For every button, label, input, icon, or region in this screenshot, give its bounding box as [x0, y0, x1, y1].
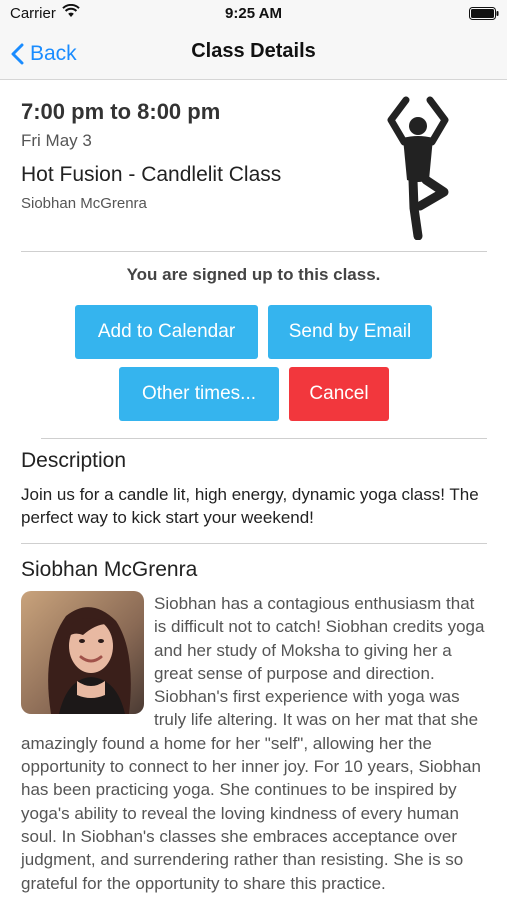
description-heading: Description — [21, 449, 127, 472]
description-text: Join us for a candle lit, high energy, d… — [21, 485, 479, 527]
class-teacher: Siobhan McGrenra — [21, 195, 147, 212]
class-date: Fri May 3 — [21, 131, 92, 150]
add-to-calendar-button[interactable]: Add to Calendar — [75, 305, 258, 359]
battery-icon — [469, 7, 499, 20]
page-title: Class Details — [191, 40, 316, 62]
signup-status-message: You are signed up to this class. — [126, 265, 381, 284]
status-bar: Carrier 9:25 AM — [0, 0, 507, 28]
navigation-bar: Back Class Details — [0, 28, 507, 80]
cancel-booking-button[interactable]: Cancel — [289, 367, 389, 421]
class-time-range: 7:00 pm to 8:00 pm — [21, 99, 221, 124]
divider — [21, 251, 487, 252]
divider — [41, 438, 487, 439]
send-by-email-button[interactable]: Send by Email — [268, 305, 432, 359]
instructor-portrait-image — [21, 591, 144, 714]
instructor-name: Siobhan McGrenra — [21, 558, 198, 581]
status-time: 9:25 AM — [225, 5, 282, 22]
other-times-button[interactable]: Other times... — [119, 367, 279, 421]
yoga-tree-pose-icon — [387, 96, 449, 240]
divider — [21, 543, 487, 544]
instructor-photo — [21, 591, 144, 714]
class-name: Hot Fusion - Candlelit Class — [21, 163, 282, 186]
